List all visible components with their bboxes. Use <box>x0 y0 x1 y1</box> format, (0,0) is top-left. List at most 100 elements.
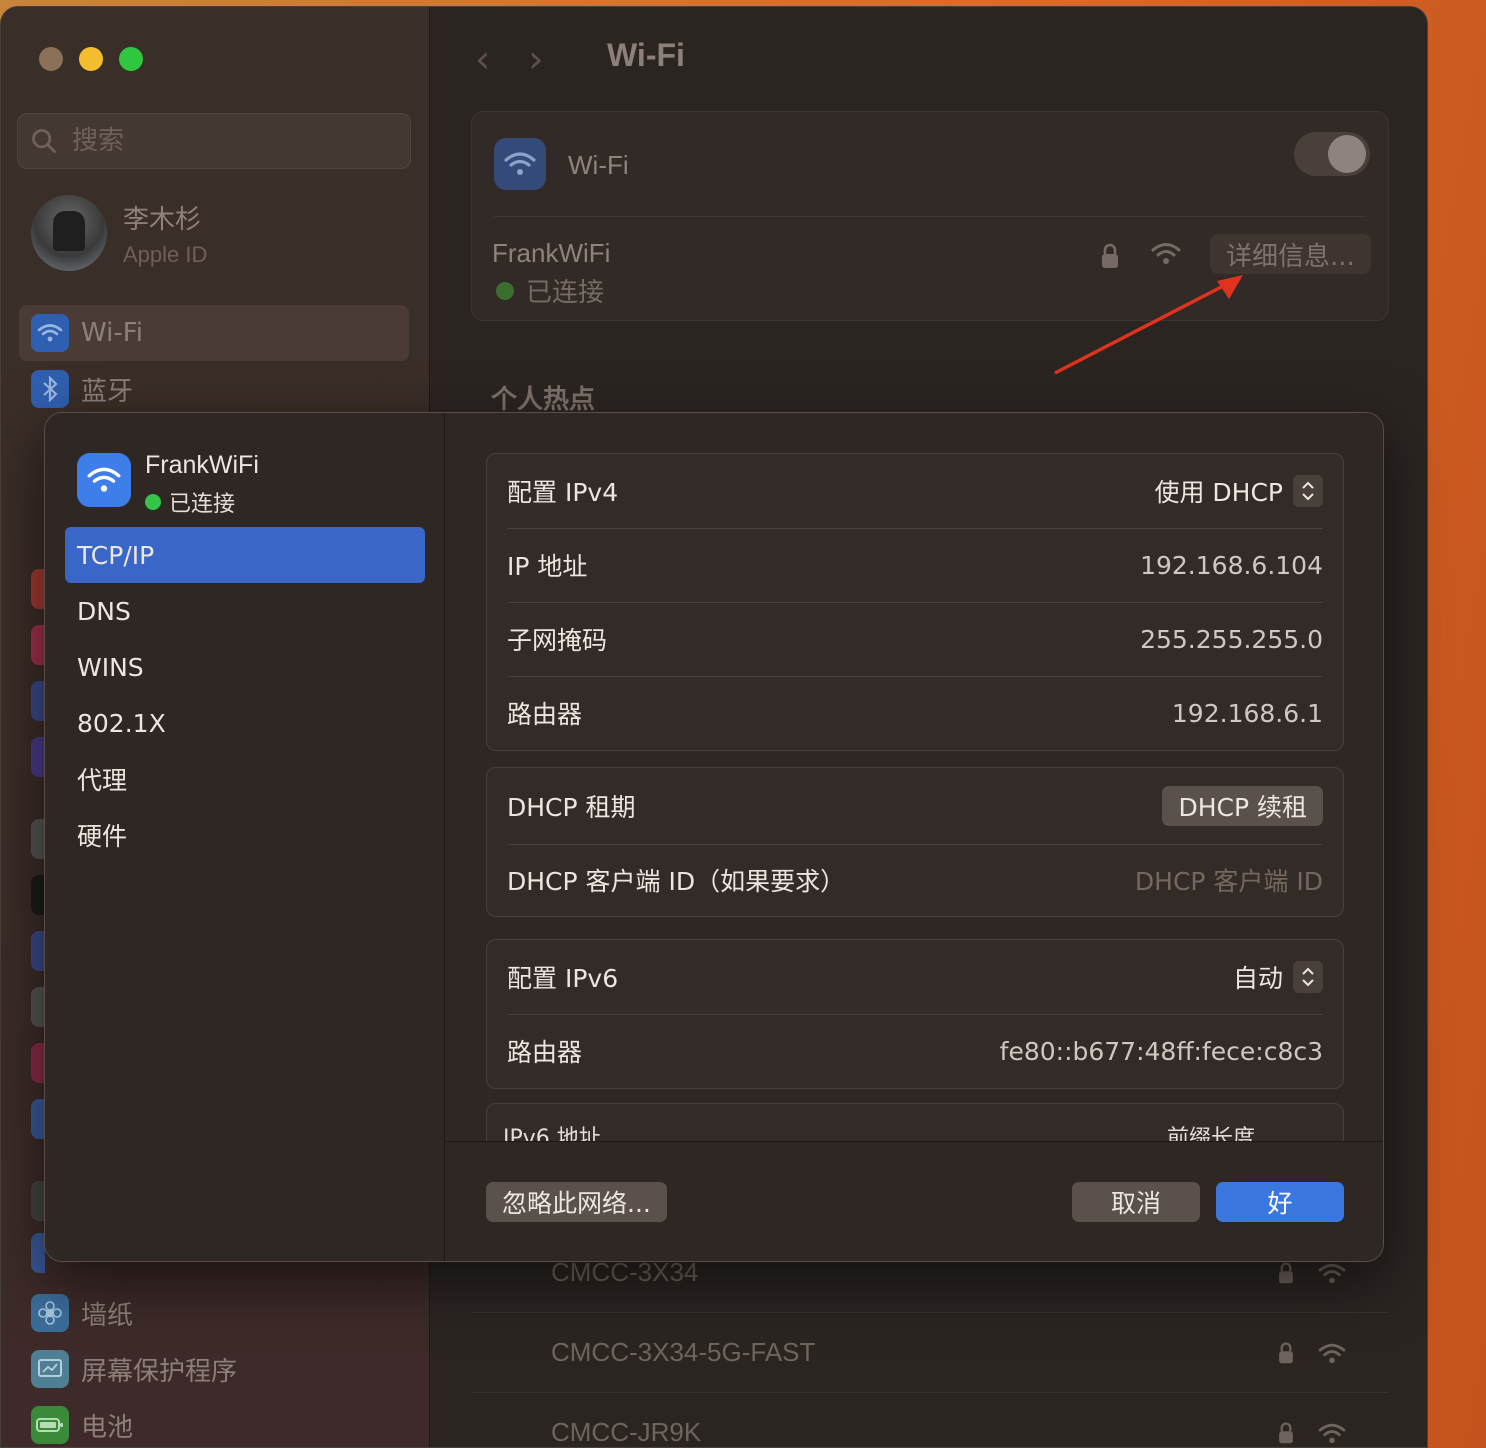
hidden-sidebar-icon <box>31 1233 45 1273</box>
zoom-window-button[interactable] <box>119 47 143 71</box>
tab-wins[interactable]: WINS <box>65 639 425 695</box>
navigation: ‹ › <box>475 37 543 81</box>
tab-dns[interactable]: DNS <box>65 583 425 639</box>
hidden-sidebar-icon <box>31 625 45 665</box>
ipv6-group: 配置 IPv6 自动 路由器 fe80::b677:48ff:fece:c8c3 <box>486 939 1344 1089</box>
lock-icon <box>1279 1421 1293 1443</box>
ip-address-value: 192.168.6.104 <box>1140 550 1323 580</box>
minimize-window-button[interactable] <box>79 47 103 71</box>
sidebar-item-label: 屏幕保护程序 <box>81 1356 238 1387</box>
configure-ipv4-select[interactable]: 使用 DHCP <box>1154 473 1323 509</box>
details-button[interactable]: 详细信息... <box>1210 234 1371 274</box>
search-field[interactable] <box>17 113 411 169</box>
ipv6-router-row: 路由器 fe80::b677:48ff:fece:c8c3 <box>487 1014 1343 1088</box>
wifi-icon <box>77 453 131 507</box>
divider <box>494 216 1366 217</box>
lock-icon <box>1279 1261 1293 1283</box>
network-name: CMCC-3X34-5G-FAST <box>551 1337 816 1367</box>
ipv6-router-value: fe80::b677:48ff:fece:c8c3 <box>999 1036 1323 1066</box>
wifi-signal-icon <box>1318 1263 1346 1283</box>
avatar <box>31 195 107 271</box>
status-text: 已连接 <box>169 492 236 517</box>
router-label: 路由器 <box>507 700 583 729</box>
tab-8021x[interactable]: 802.1X <box>65 695 425 751</box>
status-text: 已连接 <box>526 278 605 308</box>
wifi-toggle[interactable] <box>1294 132 1370 176</box>
network-name: CMCC-JR9K <box>551 1417 702 1447</box>
wifi-card: Wi-Fi FrankWiFi 已连接 详细信息... <box>471 111 1389 321</box>
hidden-sidebar-icon <box>31 681 45 721</box>
ipv6-address-table-header: IPv6 地址 前缀长度 <box>486 1103 1344 1141</box>
sidebar-item-battery[interactable]: 电池 <box>19 1397 409 1447</box>
ipv4-group: 配置 IPv4 使用 DHCP IP 地址 192.168.6.104 子网掩码… <box>486 453 1344 751</box>
cancel-button[interactable]: 取消 <box>1072 1182 1200 1222</box>
dhcp-lease-row: DHCP 租期 DHCP 续租 <box>487 768 1343 844</box>
hidden-sidebar-icon <box>31 875 45 915</box>
sheet-footer: 忽略此网络... 取消 好 <box>446 1141 1383 1261</box>
hidden-sidebar-icon <box>31 1043 45 1083</box>
configure-ipv4-value: 使用 DHCP <box>1154 478 1283 507</box>
wifi-icon <box>31 314 69 352</box>
subnet-mask-row: 子网掩码 255.255.255.0 <box>487 602 1343 676</box>
forward-button[interactable]: › <box>528 37 543 81</box>
close-window-button[interactable] <box>39 47 63 71</box>
sidebar-item-screensaver[interactable]: 屏幕保护程序 <box>19 1341 409 1397</box>
sidebar-list: Wi-Fi 蓝牙 <box>19 305 409 417</box>
window-controls <box>39 47 143 71</box>
sheet-tab-list: TCP/IP DNS WINS 802.1X 代理 硬件 <box>65 527 425 863</box>
network-details-sheet: FrankWiFi 已连接 TCP/IP DNS WINS 802.1X 代理 … <box>44 412 1384 1262</box>
connected-dot-icon <box>145 494 161 510</box>
sidebar-item-wifi[interactable]: Wi-Fi <box>19 305 409 361</box>
sheet-network-header: FrankWiFi 已连接 <box>77 451 259 518</box>
configure-ipv6-label: 配置 IPv6 <box>507 964 619 993</box>
hotspot-heading: 个人热点 <box>491 385 596 415</box>
configure-ipv4-row: 配置 IPv4 使用 DHCP <box>487 454 1343 528</box>
connected-network-name: FrankWiFi <box>492 238 611 268</box>
back-button[interactable]: ‹ <box>475 37 490 81</box>
sidebar-item-bluetooth[interactable]: 蓝牙 <box>19 361 409 417</box>
sheet-network-name: FrankWiFi <box>145 451 259 479</box>
apple-id-account[interactable]: 李木杉 Apple ID <box>31 195 207 271</box>
sidebar-item-label: 电池 <box>81 1412 134 1443</box>
prefix-length-column-header: 前缀长度 <box>1167 1126 1256 1141</box>
dhcp-client-id-label: DHCP 客户端 ID（如果要求） <box>507 867 846 896</box>
chevron-updown-icon <box>1293 475 1323 507</box>
ip-address-row: IP 地址 192.168.6.104 <box>487 528 1343 602</box>
dhcp-lease-label: DHCP 租期 <box>507 793 636 822</box>
configure-ipv6-select[interactable]: 自动 <box>1233 959 1323 995</box>
dhcp-group: DHCP 租期 DHCP 续租 DHCP 客户端 ID（如果要求） DHCP 客… <box>486 767 1344 917</box>
hidden-sidebar-icon <box>31 819 45 859</box>
tab-tcp-ip[interactable]: TCP/IP <box>65 527 425 583</box>
lock-icon <box>1102 243 1118 268</box>
tab-proxy[interactable]: 代理 <box>65 751 425 807</box>
configure-ipv4-label: 配置 IPv4 <box>507 478 619 507</box>
sheet-connection-status: 已连接 <box>145 486 259 518</box>
dhcp-client-id-input[interactable]: DHCP 客户端 ID <box>1135 862 1323 898</box>
list-item[interactable]: CMCC-JR9K <box>471 1393 1389 1447</box>
hidden-sidebar-icon <box>31 931 45 971</box>
known-networks-list: CMCC-3X34 CMCC-3X34-5G-FAST CMCC-JR9K <box>471 1233 1389 1447</box>
hidden-sidebar-icon <box>31 1099 45 1139</box>
ipv6-address-column-header: IPv6 地址 <box>503 1126 601 1141</box>
tcp-ip-settings: 配置 IPv4 使用 DHCP IP 地址 192.168.6.104 子网掩码… <box>446 413 1383 1141</box>
configure-ipv6-value: 自动 <box>1232 964 1283 993</box>
wifi-signal-icon <box>1318 1423 1346 1443</box>
sidebar-item-label: 蓝牙 <box>81 376 134 407</box>
status-dot-icon <box>496 281 514 300</box>
wifi-signal-icon <box>1318 1343 1346 1363</box>
list-item[interactable]: CMCC-3X34-5G-FAST <box>471 1313 1389 1393</box>
chevron-updown-icon <box>1293 961 1323 993</box>
forget-network-button[interactable]: 忽略此网络... <box>486 1182 667 1222</box>
wifi-signal-icon <box>1151 243 1181 264</box>
ok-button[interactable]: 好 <box>1216 1182 1344 1222</box>
wifi-label: Wi-Fi <box>568 150 629 180</box>
search-input[interactable] <box>72 126 372 156</box>
sidebar-item-wallpaper[interactable]: 墙纸 <box>19 1285 409 1341</box>
tab-hardware[interactable]: 硬件 <box>65 807 425 863</box>
sheet-sidebar: FrankWiFi 已连接 TCP/IP DNS WINS 802.1X 代理 … <box>45 413 445 1261</box>
configure-ipv6-row: 配置 IPv6 自动 <box>487 940 1343 1014</box>
renew-dhcp-button[interactable]: DHCP 续租 <box>1162 786 1323 826</box>
search-icon <box>32 129 56 153</box>
sidebar-list-bottom: 墙纸 屏幕保护程序 电池 <box>19 1285 409 1447</box>
account-subtitle: Apple ID <box>123 241 208 267</box>
